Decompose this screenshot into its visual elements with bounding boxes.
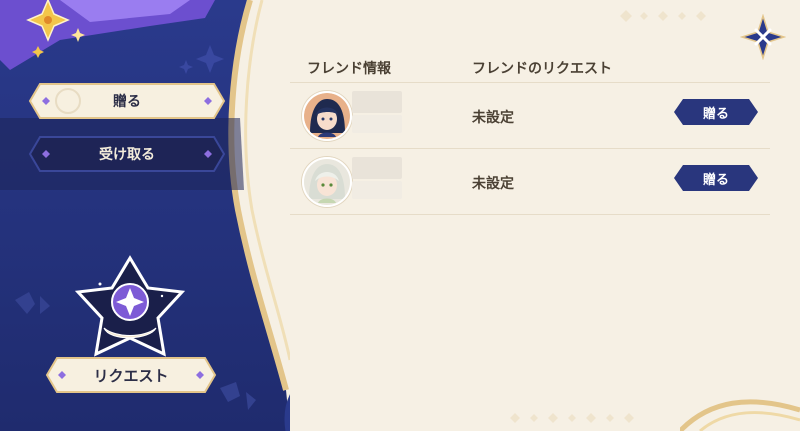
send-gift-button[interactable]: 贈る bbox=[673, 164, 759, 192]
friend-row: 未設定 贈る bbox=[290, 149, 770, 215]
tab-receive[interactable]: 受け取る bbox=[28, 135, 226, 173]
bottom-ornament bbox=[510, 413, 634, 423]
request-status: 未設定 bbox=[472, 176, 514, 192]
friend-uid-hidden bbox=[352, 115, 402, 133]
white-haired-character-avatar[interactable] bbox=[302, 157, 352, 207]
friend-name-hidden bbox=[352, 157, 402, 179]
send-gift-label: 贈る bbox=[702, 172, 729, 188]
request-status: 未設定 bbox=[472, 110, 514, 126]
friend-uid-hidden bbox=[352, 181, 402, 199]
row-divider bbox=[290, 214, 770, 215]
request-button-label: リクエスト bbox=[93, 366, 169, 385]
friend-name-hidden bbox=[352, 91, 402, 113]
tab-send[interactable]: 贈る bbox=[28, 82, 226, 120]
gold-wave-ornament bbox=[680, 399, 800, 431]
send-gift-button[interactable]: 贈る bbox=[673, 98, 759, 126]
dark-haired-character-avatar[interactable] bbox=[302, 91, 352, 141]
tab-send-label: 贈る bbox=[113, 94, 141, 110]
header-friend-request: フレンドのリクエスト bbox=[472, 61, 612, 77]
friend-row: 未設定 贈る bbox=[290, 83, 770, 149]
request-button[interactable]: リクエスト bbox=[45, 356, 217, 394]
send-gift-label: 贈る bbox=[702, 106, 729, 122]
top-ornament bbox=[620, 10, 706, 22]
sidebar-panel: 贈る 受け取る リクエスト bbox=[0, 0, 290, 431]
header-friend-info: フレンド情報 bbox=[307, 61, 391, 77]
close-star-icon[interactable] bbox=[740, 14, 786, 60]
tab-receive-label: 受け取る bbox=[99, 147, 155, 163]
